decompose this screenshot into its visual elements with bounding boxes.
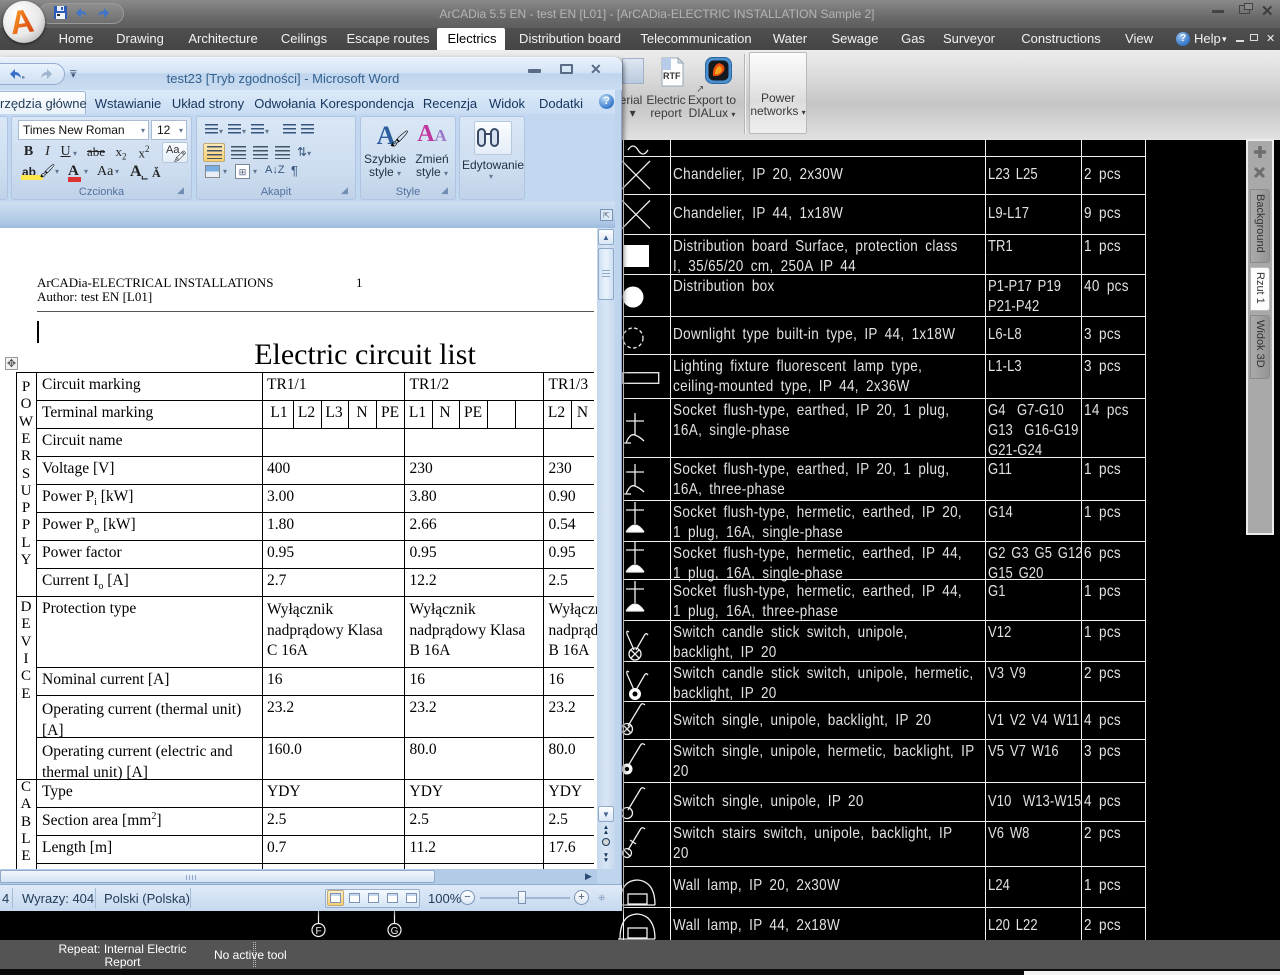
svg-text:RTF: RTF <box>663 71 681 81</box>
svg-text:F: F <box>315 926 321 937</box>
svg-text:G: G <box>391 926 399 937</box>
